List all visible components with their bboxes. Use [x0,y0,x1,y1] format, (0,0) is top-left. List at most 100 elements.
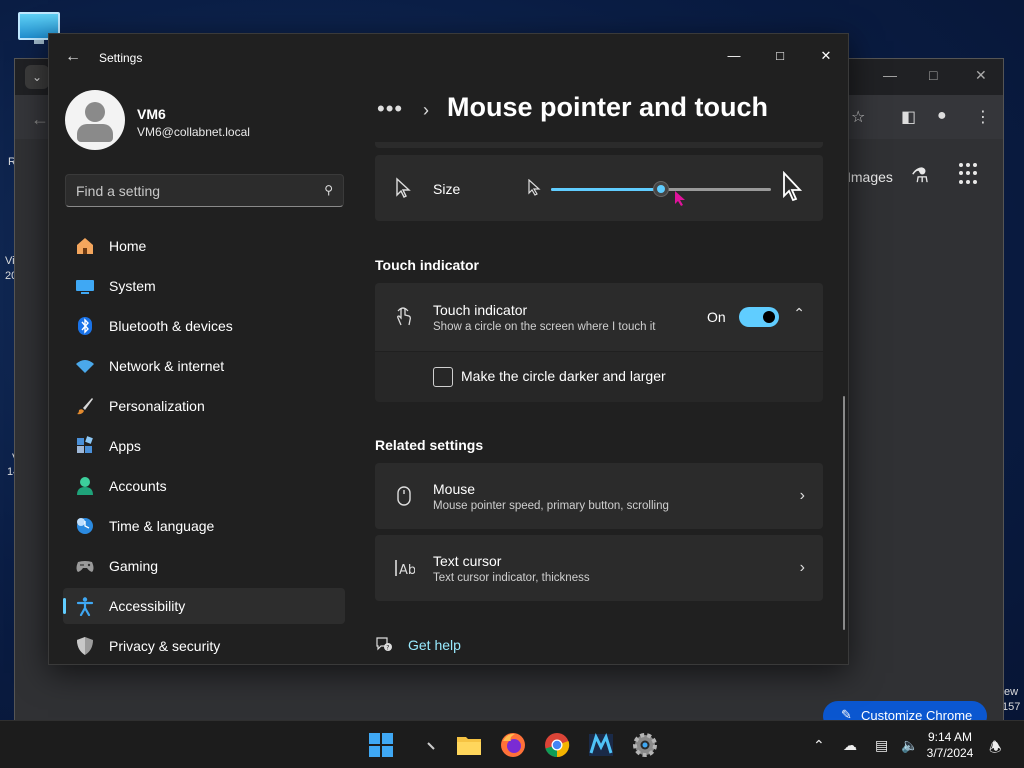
small-pointer-icon [528,179,541,196]
home-icon [77,238,93,254]
pencil-icon: ✎ [841,707,852,720]
user-email: VM6@collabnet.local [137,125,250,139]
desktop-label-fragment: 157 [1002,701,1021,713]
bookmark-star-icon[interactable]: ☆ [851,107,865,127]
mouse-title: Mouse [433,481,476,497]
breadcrumb-overflow-button[interactable]: ••• [377,96,403,122]
touch-indicator-toggle[interactable] [739,307,779,327]
size-card: Size [375,155,823,221]
user-name: VM6 [137,106,166,122]
search-icon[interactable]: ⚲ [324,183,333,197]
text-cursor-title: Text cursor [433,553,502,569]
back-arrow-icon[interactable]: ← [31,109,49,130]
settings-gear-icon[interactable] [631,731,659,759]
sidebar-item-home[interactable]: Home [63,228,345,264]
chevron-up-icon[interactable]: ⌃ [813,737,825,754]
slider-thumb[interactable] [653,181,669,197]
accessibility-icon [76,597,94,616]
app-m-icon[interactable] [587,731,615,759]
images-link[interactable]: Images [847,169,893,185]
clock[interactable]: 9:14 AM 3/7/2024 [920,729,980,761]
sidebar-item-label: Accessibility [109,598,186,614]
sidebar-item-label: Time & language [109,518,215,534]
touch-indicator-card[interactable]: Touch indicator Show a circle on the scr… [375,283,823,351]
size-label: Size [433,181,461,197]
help-icon: ? [376,637,392,652]
chevron-right-icon: › [799,559,805,576]
svg-text:Ab: Ab [399,563,415,578]
sidebar-item-label: Accounts [109,478,167,494]
cloud-offline-icon[interactable]: ☁ [843,737,857,754]
gamepad-icon [76,561,94,572]
text-cursor-icon: Ab [395,560,415,578]
sidebar-item-system[interactable]: System [63,268,345,304]
clock-date: 3/7/2024 [926,746,974,760]
text-cursor-description: Text cursor indicator, thickness [433,572,590,584]
start-windows-icon[interactable] [367,731,395,759]
page-title: Mouse pointer and touch [447,92,768,122]
sidebar-item-time-language[interactable]: Time & language [63,508,345,544]
maximize-icon[interactable]: □ [929,67,937,83]
desktop-label-fragment: ew [1004,686,1019,698]
back-arrow-icon[interactable]: ← [65,48,81,66]
sidebar-item-accessibility[interactable]: Accessibility [63,588,345,624]
sidebar-item-bluetooth[interactable]: Bluetooth & devices [63,308,345,344]
more-menu-icon[interactable]: ⋮ [975,107,991,127]
sidebar-nav: Home System Bluetooth & devices Network … [63,228,345,664]
pointer-size-slider[interactable] [551,181,771,197]
related-settings-heading: Related settings [375,437,484,453]
sidebar-item-label: Bluetooth & devices [109,318,233,334]
customize-chrome-button[interactable]: ✎ Customize Chrome [823,701,987,720]
sidebar-item-label: Gaming [109,558,159,574]
slider-fill [551,188,661,191]
touch-indicator-title: Touch indicator [433,302,528,318]
close-button[interactable]: ✕ [803,40,848,72]
minimize-button[interactable]: — [711,40,757,72]
scrollbar[interactable] [843,396,845,630]
labs-flask-icon[interactable]: ⚗ [911,163,929,188]
checkbox-label[interactable]: Make the circle darker and larger [461,368,666,384]
sidebar-item-network[interactable]: Network & internet [63,348,345,384]
close-icon[interactable]: ✕ [975,67,987,84]
apps-icon [77,436,93,453]
chevron-up-icon[interactable]: ⌃ [793,305,805,322]
search-box[interactable]: ⚲ [65,174,344,207]
related-text-cursor-card[interactable]: Ab Text cursor Text cursor indicator, th… [375,535,823,601]
shield-icon [77,637,93,655]
related-mouse-card[interactable]: Mouse Mouse pointer speed, primary butto… [375,463,823,529]
tab-search-chevron-icon[interactable]: ⌄ [25,65,49,89]
wifi-icon [76,360,94,373]
side-panel-icon[interactable]: ◧ [901,107,916,127]
touch-icon [397,307,411,326]
sidebar-item-label: Network & internet [109,358,225,374]
google-apps-icon[interactable] [959,163,981,185]
darker-circle-checkbox[interactable] [433,367,453,387]
sidebar-item-privacy[interactable]: Privacy & security [63,628,345,664]
brush-icon [77,398,93,415]
mouse-icon [397,486,411,506]
firefox-icon[interactable] [499,731,527,759]
taskbar: ⌃ ☁ ▤ 🔈 9:14 AM 3/7/2024 🕭 [0,720,1024,768]
minimize-icon[interactable]: — [883,67,897,83]
network-icon[interactable]: ▤ [875,737,888,754]
sidebar-item-label: Apps [109,438,141,454]
sidebar-item-apps[interactable]: Apps [63,428,345,464]
sidebar-item-label: Privacy & security [109,638,221,654]
accounts-icon [77,477,93,495]
volume-muted-icon[interactable]: 🔈 [901,737,918,754]
mouse-pointer-icon [396,177,411,198]
sidebar-item-gaming[interactable]: Gaming [63,548,345,584]
customize-chrome-label: Customize Chrome [861,708,973,720]
cursor-icon [675,191,685,206]
maximize-button[interactable]: □ [757,40,803,72]
settings-window: ← Settings — □ ✕ VM6 VM6@collabnet.local… [48,33,849,665]
globe-clock-icon [77,518,93,534]
mouse-description: Mouse pointer speed, primary button, scr… [433,500,669,512]
notification-bell-icon[interactable]: 🕭 [989,737,1002,761]
chrome-icon[interactable] [543,731,571,759]
profile-icon[interactable]: ● [937,107,947,125]
sidebar-item-accounts[interactable]: Accounts [63,468,345,504]
sidebar-item-personalization[interactable]: Personalization [63,388,345,424]
search-input[interactable] [66,175,306,206]
file-explorer-icon[interactable] [455,731,483,759]
